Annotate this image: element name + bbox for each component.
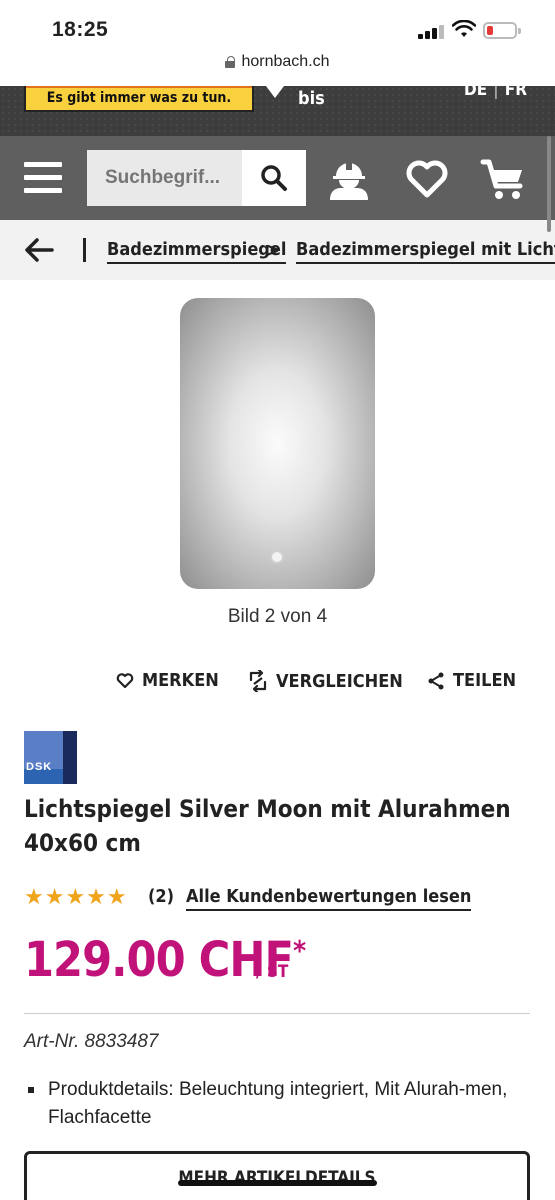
lock-icon xyxy=(225,56,236,68)
url-text: hornbach.ch xyxy=(241,53,330,70)
worker-icon xyxy=(330,161,368,200)
cart-icon xyxy=(480,159,523,199)
save-label: MERKEN xyxy=(142,670,219,691)
search-button[interactable] xyxy=(242,150,306,206)
share-label: TEILEN xyxy=(453,670,517,691)
search-icon xyxy=(261,165,287,191)
breadcrumb-item[interactable]: Badezimmerspiegel xyxy=(107,239,287,264)
compare-icon xyxy=(249,670,267,692)
promo-text: bis xyxy=(298,88,325,109)
breadcrumb: Badezimmerspiegel > Badezimmerspiegel mi… xyxy=(0,220,555,280)
compare-button[interactable]: VERGLEICHEN xyxy=(248,670,403,692)
promo-arrow-icon xyxy=(266,86,284,98)
slogan-logo: Es gibt immer was zu tun. xyxy=(24,86,254,112)
chevron-right-icon: > xyxy=(267,240,279,262)
scrollbar[interactable] xyxy=(547,136,551,232)
promo-banner[interactable]: Es gibt immer was zu tun. bis DE | FR xyxy=(0,86,555,136)
wifi-icon xyxy=(452,20,476,37)
menu-icon[interactable] xyxy=(24,162,62,194)
status-bar: 18:25 xyxy=(0,0,555,50)
product-title: Lichtspiegel Silver Moon mit Alurahmen 4… xyxy=(24,795,511,857)
save-button[interactable]: MERKEN xyxy=(116,670,219,691)
address-bar[interactable]: hornbach.ch xyxy=(0,50,555,86)
cart-button[interactable] xyxy=(480,156,526,202)
battery-icon xyxy=(483,22,521,39)
search-input[interactable] xyxy=(87,150,242,206)
signal-icon xyxy=(418,23,446,39)
slogan-text: Es gibt immer was zu tun. xyxy=(46,90,232,106)
bullet-icon xyxy=(28,1087,34,1093)
breadcrumb-divider xyxy=(83,238,86,262)
more-details-button[interactable]: MEHR ARTIKELDETAILS xyxy=(24,1151,530,1200)
product-details: Produktdetails: Beleuchtung integriert, … xyxy=(48,1079,508,1128)
status-time: 18:25 xyxy=(52,18,109,41)
heart-icon xyxy=(116,672,134,688)
compare-label: VERGLEICHEN xyxy=(276,670,403,692)
share-button[interactable]: TEILEN xyxy=(427,670,516,691)
lang-de[interactable]: DE xyxy=(464,86,487,100)
touch-sensor xyxy=(270,550,284,564)
brand-logo[interactable]: DSK xyxy=(24,731,77,784)
lang-fr[interactable]: FR xyxy=(505,86,527,100)
rating-count: (2) xyxy=(148,886,175,907)
search-box xyxy=(87,150,306,206)
share-icon xyxy=(428,672,444,689)
site-header xyxy=(0,136,555,220)
product-image[interactable] xyxy=(180,298,375,589)
brand-logo-text: DSK xyxy=(26,761,53,773)
divider xyxy=(24,1013,530,1014)
price-footnote-mark: * xyxy=(293,934,306,967)
reviews-link[interactable]: Alle Kundenbewertungen lesen xyxy=(186,886,472,911)
price-value: 129.00 CHF xyxy=(24,932,294,988)
home-indicator[interactable] xyxy=(178,1180,377,1186)
rating-stars-icon[interactable]: ★★★★★ xyxy=(24,884,128,910)
article-number: Art-Nr. 8833487 xyxy=(24,1031,159,1052)
image-counter: Bild 2 von 4 xyxy=(227,606,328,627)
wishlist-button[interactable] xyxy=(404,156,450,202)
heart-icon xyxy=(406,160,448,198)
language-switch: DE | FR xyxy=(464,86,527,100)
breadcrumb-item[interactable]: Badezimmerspiegel mit Licht xyxy=(296,239,555,264)
price-unit: / ST xyxy=(256,962,289,982)
account-button[interactable] xyxy=(326,156,372,202)
back-arrow-icon[interactable] xyxy=(24,237,54,263)
